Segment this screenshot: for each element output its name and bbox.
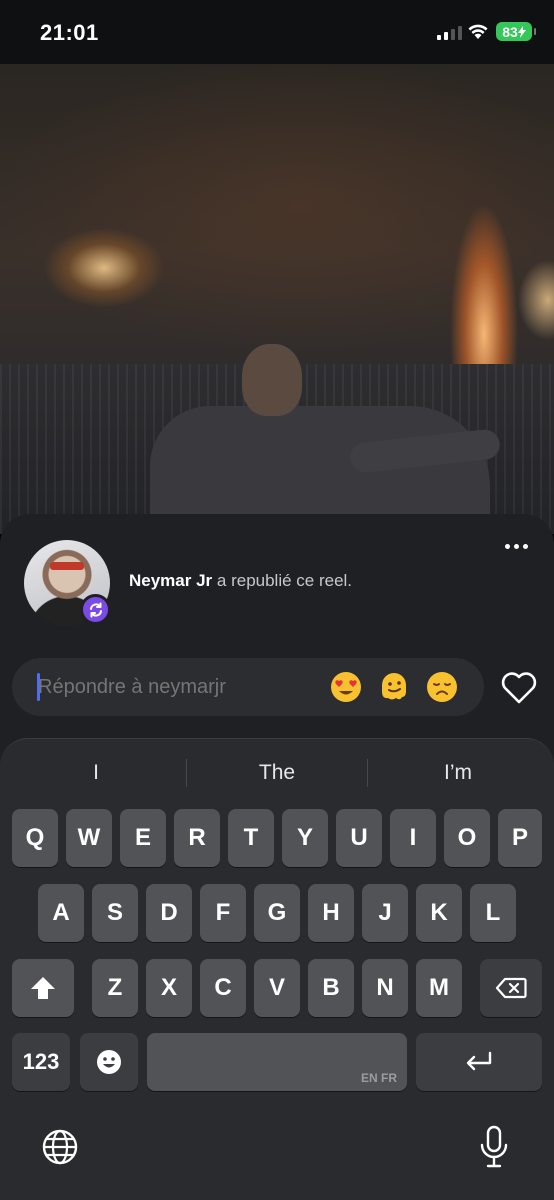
key-o[interactable]: O [444, 809, 490, 867]
key-t[interactable]: T [228, 809, 274, 867]
space-language-label: EN FR [361, 1071, 397, 1085]
more-options-button[interactable] [505, 544, 528, 549]
shift-key[interactable] [12, 959, 74, 1017]
return-arrow-icon [466, 1051, 492, 1071]
key-n[interactable]: N [362, 959, 408, 1017]
wifi-icon [468, 24, 488, 39]
key-g[interactable]: G [254, 884, 300, 942]
suggestion-bar: I The I’m [0, 753, 554, 793]
reel-video[interactable] [0, 64, 554, 534]
key-h[interactable]: H [308, 884, 354, 942]
key-y[interactable]: Y [282, 809, 328, 867]
key-x[interactable]: X [146, 959, 192, 1017]
repost-action-text: a republié ce reel. [212, 571, 353, 590]
key-j[interactable]: J [362, 884, 408, 942]
melting-face-emoji[interactable] [378, 671, 410, 703]
heart-icon[interactable] [500, 670, 538, 706]
key-m[interactable]: M [416, 959, 462, 1017]
key-f[interactable]: F [200, 884, 246, 942]
suggestion-2[interactable]: The [187, 753, 367, 793]
smiley-icon [97, 1050, 121, 1074]
key-a[interactable]: A [38, 884, 84, 942]
key-r[interactable]: R [174, 809, 220, 867]
suggestion-3[interactable]: I’m [368, 753, 548, 793]
key-b[interactable]: B [308, 959, 354, 1017]
key-c[interactable]: C [200, 959, 246, 1017]
globe-icon[interactable] [41, 1128, 79, 1166]
charging-bolt-icon [517, 25, 526, 38]
repost-icon [80, 594, 111, 625]
backspace-key[interactable] [480, 959, 542, 1017]
disappointed-face-emoji[interactable] [426, 671, 458, 703]
key-q[interactable]: Q [12, 809, 58, 867]
performer-figure [150, 344, 502, 534]
return-key[interactable] [416, 1033, 542, 1091]
key-k[interactable]: K [416, 884, 462, 942]
author-name[interactable]: Neymar Jr [129, 571, 212, 590]
repost-message: Neymar Jr a republié ce reel. [129, 571, 352, 591]
heart-eyes-emoji[interactable] [330, 671, 362, 703]
key-i[interactable]: I [390, 809, 436, 867]
reply-bar[interactable] [12, 658, 484, 716]
emoji-key[interactable] [80, 1033, 138, 1091]
key-l[interactable]: L [470, 884, 516, 942]
reply-input[interactable] [38, 658, 318, 716]
cellular-signal-icon [437, 24, 462, 40]
key-z[interactable]: Z [92, 959, 138, 1017]
microphone-icon[interactable] [479, 1125, 509, 1169]
space-key[interactable]: EN FR [147, 1033, 407, 1091]
battery-indicator: 83 [496, 22, 536, 41]
suggestion-1[interactable]: I [6, 753, 186, 793]
numbers-key[interactable]: 123 [12, 1033, 70, 1091]
shift-arrow-icon [31, 977, 55, 999]
key-p[interactable]: P [498, 809, 542, 867]
battery-level: 83 [502, 23, 518, 40]
keyboard: I The I’m Q W E R T Y U I O P A S D F G … [0, 738, 554, 1200]
backspace-icon [495, 977, 527, 999]
key-d[interactable]: D [146, 884, 192, 942]
key-w[interactable]: W [66, 809, 112, 867]
status-bar: 21:01 83 [0, 0, 554, 64]
key-e[interactable]: E [120, 809, 166, 867]
key-v[interactable]: V [254, 959, 300, 1017]
key-s[interactable]: S [92, 884, 138, 942]
status-time: 21:01 [40, 20, 99, 45]
key-u[interactable]: U [336, 809, 382, 867]
